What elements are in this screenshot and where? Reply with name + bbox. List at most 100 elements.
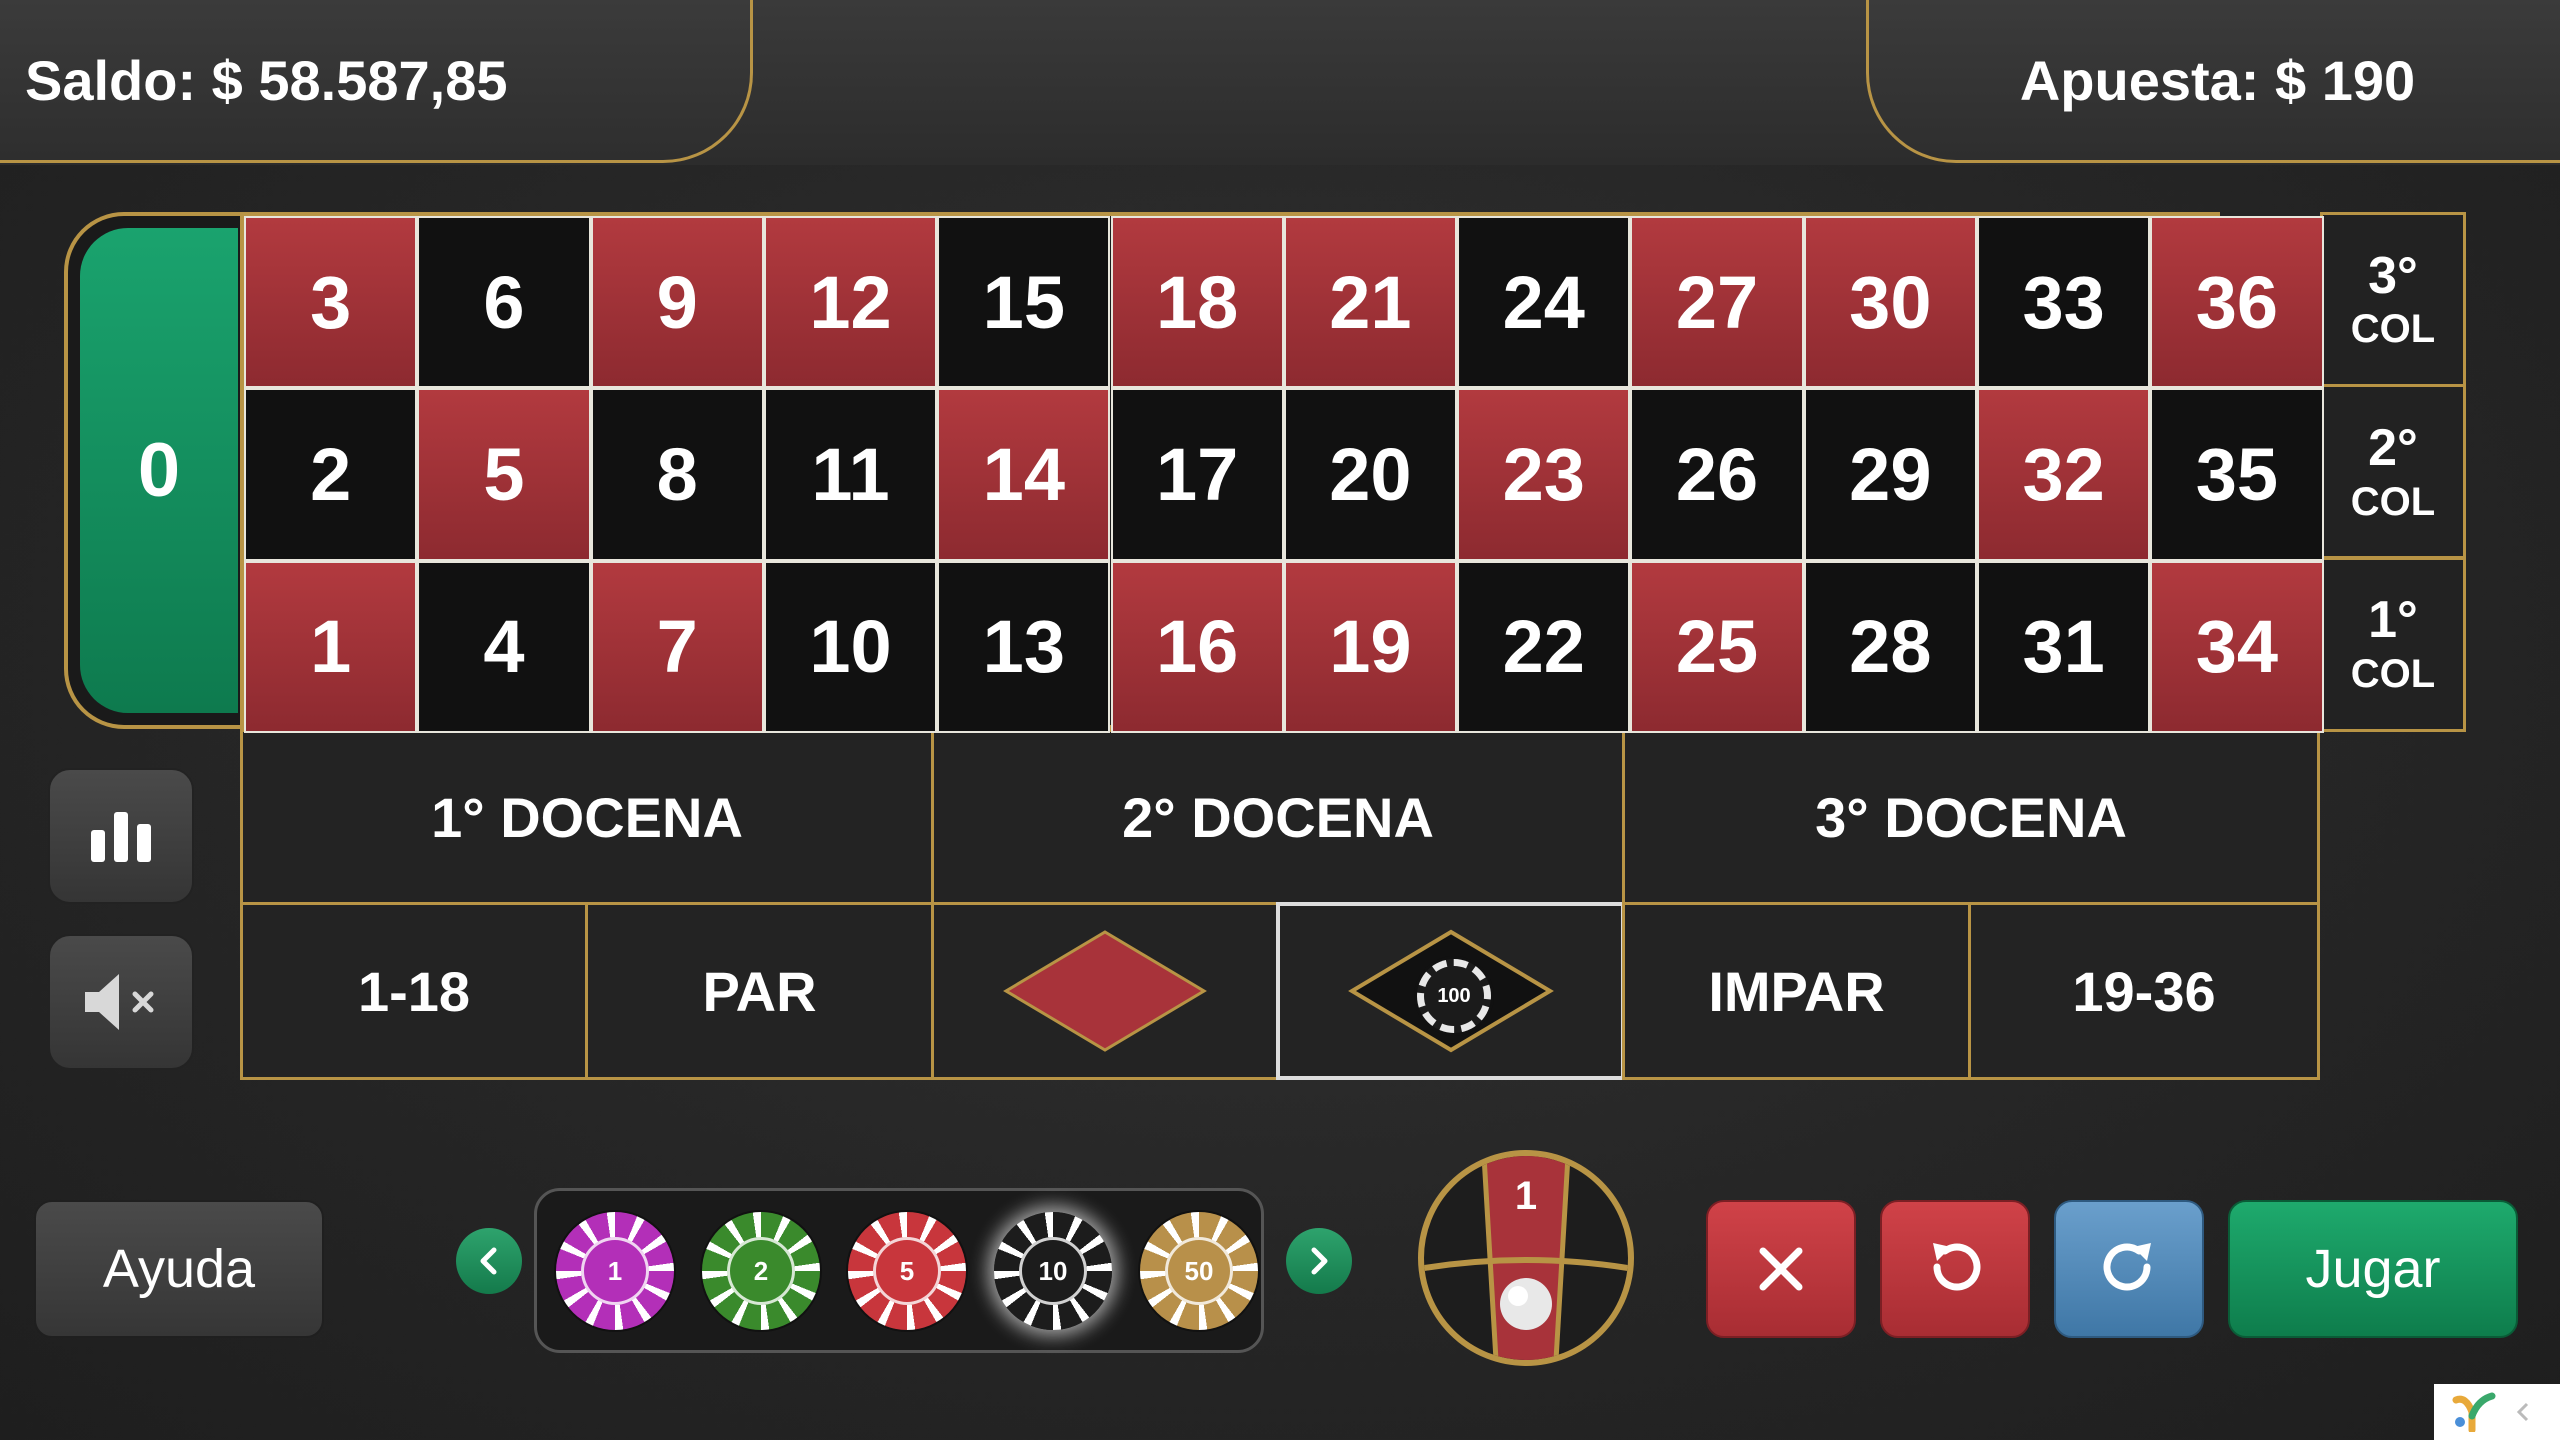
column-ordinal: 3° [2368, 246, 2418, 305]
chip-value: 10 [1019, 1237, 1087, 1305]
column-bet-2[interactable]: 2° COL [2320, 384, 2466, 560]
chip-5[interactable]: 5 [848, 1212, 966, 1330]
number-cell-15[interactable]: 15 [937, 216, 1111, 389]
number-cell-28[interactable]: 28 [1803, 560, 1977, 733]
column-bet-1[interactable]: 1° COL [2320, 556, 2466, 732]
number-cell-10[interactable]: 10 [763, 560, 938, 733]
dozen-1-label: 1° DOCENA [431, 785, 743, 849]
number-cell-36[interactable]: 36 [2150, 216, 2324, 389]
column-label: COL [2350, 651, 2436, 696]
statistics-button[interactable] [48, 768, 194, 904]
chevron-right-icon [1311, 1247, 1328, 1275]
red-bet[interactable] [931, 902, 1279, 1080]
chip-2[interactable]: 2 [702, 1212, 820, 1330]
column-label: COL [2350, 479, 2436, 524]
number-cell-1[interactable]: 1 [244, 560, 418, 733]
number-cell-18[interactable]: 18 [1110, 216, 1284, 389]
chip-value: 2 [727, 1237, 795, 1305]
black-bet[interactable]: 100 [1276, 902, 1625, 1080]
number-cell-31[interactable]: 31 [1977, 560, 2151, 733]
number-cell-22[interactable]: 22 [1457, 560, 1631, 733]
column-label: COL [2350, 307, 2436, 352]
number-cell-32[interactable]: 32 [1977, 388, 2151, 561]
column-ordinal: 1° [2368, 591, 2418, 650]
column-ordinal: 2° [2368, 418, 2418, 477]
number-cell-6[interactable]: 6 [417, 216, 591, 389]
corner-widget [2434, 1384, 2560, 1440]
undo-button[interactable] [1880, 1200, 2030, 1338]
number-cell-29[interactable]: 29 [1803, 388, 1977, 561]
bar-chart-icon [91, 812, 151, 862]
speaker-muted-icon [85, 974, 154, 1030]
number-cell-23[interactable]: 23 [1457, 388, 1631, 561]
low-label: 1-18 [357, 959, 471, 1023]
even-label: PAR [702, 959, 817, 1023]
number-cell-2[interactable]: 2 [244, 388, 418, 561]
bet-total-label: Apuesta: $ 190 [2019, 48, 2416, 112]
chip-1[interactable]: 1 [556, 1212, 674, 1330]
chips-prev-button[interactable] [456, 1228, 522, 1294]
number-cell-14[interactable]: 14 [937, 388, 1111, 561]
close-icon [1759, 1247, 1803, 1291]
balance-label: Saldo: $ 58.587,85 [25, 48, 508, 112]
undo-icon [1933, 1243, 1981, 1291]
number-cell-11[interactable]: 11 [763, 388, 938, 561]
column-bet-3[interactable]: 3° COL [2320, 212, 2466, 387]
odd-bet[interactable]: IMPAR [1622, 902, 1971, 1080]
chip-10[interactable]: 10 [994, 1212, 1112, 1330]
number-cell-34[interactable]: 34 [2150, 560, 2324, 733]
number-cell-5[interactable]: 5 [417, 388, 591, 561]
redo-icon [2103, 1243, 2151, 1291]
chip-value: 50 [1165, 1237, 1233, 1305]
number-cell-17[interactable]: 17 [1110, 388, 1284, 561]
even-bet[interactable]: PAR [585, 902, 934, 1080]
last-result-number: 1 [1514, 1174, 1538, 1218]
number-cell-24[interactable]: 24 [1457, 216, 1631, 389]
dozen-1-bet[interactable]: 1° DOCENA [240, 729, 934, 905]
repeat-bet-button[interactable] [2054, 1200, 2204, 1338]
dozen-2-label: 2° DOCENA [1122, 785, 1434, 849]
number-cell-7[interactable]: 7 [590, 560, 764, 733]
low-1-18-bet[interactable]: 1-18 [240, 902, 588, 1080]
number-cell-4[interactable]: 4 [417, 560, 591, 733]
chip-50[interactable]: 50 [1140, 1212, 1258, 1330]
number-cell-9[interactable]: 9 [590, 216, 764, 389]
high-label: 19-36 [2072, 959, 2216, 1023]
bet-panel: Apuesta: $ 190 [1866, 0, 2560, 163]
zero-cell[interactable]: 0 [64, 212, 242, 729]
number-cell-19[interactable]: 19 [1283, 560, 1458, 733]
number-cell-16[interactable]: 16 [1110, 560, 1284, 733]
dozen-2-bet[interactable]: 2° DOCENA [931, 729, 1625, 905]
number-cell-30[interactable]: 30 [1803, 216, 1977, 389]
number-cell-12[interactable]: 12 [763, 216, 938, 389]
last-result-wheel: 1 [1418, 1150, 1634, 1366]
dozen-3-label: 3° DOCENA [1815, 785, 2127, 849]
odd-label: IMPAR [1708, 959, 1885, 1023]
number-cell-3[interactable]: 3 [244, 216, 418, 389]
chips-next-button[interactable] [1286, 1228, 1352, 1294]
high-19-36-bet[interactable]: 19-36 [1968, 902, 2320, 1080]
dozen-3-bet[interactable]: 3° DOCENA [1622, 729, 2320, 905]
balance-panel: Saldo: $ 58.587,85 [0, 0, 753, 163]
chip-value: 1 [581, 1237, 649, 1305]
brand-logo-icon [2452, 1392, 2496, 1432]
help-button[interactable]: Ayuda [34, 1200, 324, 1338]
number-cell-33[interactable]: 33 [1977, 216, 2151, 389]
number-cell-27[interactable]: 27 [1630, 216, 1804, 389]
play-button[interactable]: Jugar [2228, 1200, 2518, 1338]
number-cell-25[interactable]: 25 [1630, 560, 1804, 733]
number-cell-8[interactable]: 8 [590, 388, 764, 561]
mute-button[interactable] [48, 934, 194, 1070]
number-cell-21[interactable]: 21 [1283, 216, 1458, 389]
number-cell-20[interactable]: 20 [1283, 388, 1458, 561]
black-bet-chip[interactable]: 100 [1417, 959, 1491, 1033]
clear-bets-button[interactable] [1706, 1200, 1856, 1338]
chevron-left-icon[interactable] [2514, 1400, 2534, 1424]
number-cell-35[interactable]: 35 [2150, 388, 2324, 561]
chevron-left-icon [480, 1247, 497, 1275]
number-cell-13[interactable]: 13 [937, 560, 1111, 733]
red-diamond-icon [1003, 930, 1207, 1052]
chip-value: 5 [873, 1237, 941, 1305]
zero-number: 0 [80, 228, 238, 713]
number-cell-26[interactable]: 26 [1630, 388, 1804, 561]
